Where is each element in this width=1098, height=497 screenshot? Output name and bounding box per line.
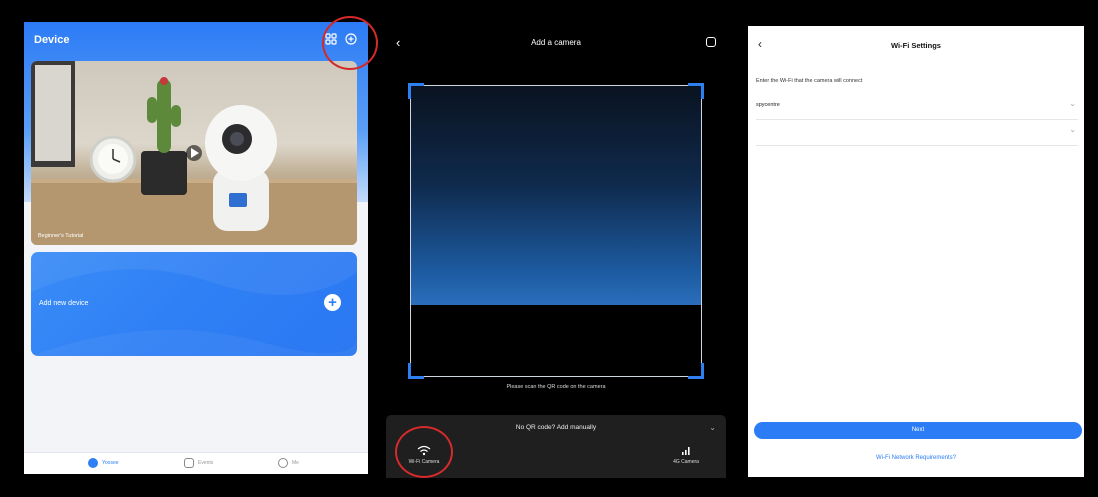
tab-label: Yoosee	[102, 460, 119, 466]
frame-corner	[408, 363, 424, 379]
scan-instruction: Please scan the QR code on the camera	[506, 384, 606, 390]
tutorial-thumbnail	[31, 61, 357, 245]
add-new-device-card[interactable]: Add new device +	[31, 252, 357, 356]
ssid-value: spycentre	[756, 102, 780, 108]
scan-gradient	[411, 86, 701, 305]
profile-icon	[278, 458, 288, 468]
bottom-tab-bar: Yoosee Events Me	[24, 452, 368, 474]
tutorial-video-card[interactable]: Beginner's Tutorial	[31, 61, 357, 245]
chevron-down-icon[interactable]: ⌄	[1069, 99, 1076, 108]
wifi-requirements-link[interactable]: Wi-Fi Network Requirements?	[748, 455, 1084, 461]
next-button[interactable]: Next	[754, 422, 1082, 439]
page-title: Device	[34, 34, 70, 46]
highlight-ring-wifi-camera	[395, 426, 453, 478]
page-title: Wi-Fi Settings	[891, 41, 941, 50]
wifi-hint: Enter the Wi-Fi that the camera will con…	[756, 78, 863, 84]
signal-icon	[682, 447, 690, 455]
wifi-settings-screen: ‹ Wi-Fi Settings Enter the Wi-Fi that th…	[748, 26, 1084, 477]
add-device-button[interactable]: +	[324, 294, 341, 311]
events-icon	[184, 458, 194, 468]
wifi-password-field[interactable]: ⌄	[756, 120, 1078, 146]
add-new-device-label: Add new device	[39, 300, 89, 307]
add-camera-screen: ‹ Add a camera Please scan the QR code o…	[386, 22, 726, 478]
frame-corner	[688, 363, 704, 379]
frame-corner	[408, 83, 424, 99]
frame-corner	[688, 83, 704, 99]
tab-me[interactable]: Me	[278, 458, 299, 468]
tab-events[interactable]: Events	[184, 458, 213, 468]
highlight-ring-add	[322, 16, 378, 70]
option-label: 4G Camera	[673, 459, 699, 465]
device-screen: Device Beginner's Tutorial Add new devic…	[24, 22, 368, 474]
tab-label: Me	[292, 460, 299, 466]
4g-camera-option[interactable]: 4G Camera	[656, 445, 716, 465]
tab-yoosee[interactable]: Yoosee	[88, 458, 119, 468]
page-title: Add a camera	[531, 38, 581, 47]
eye-hidden-icon[interactable]: ⌄	[1069, 125, 1076, 134]
chevron-down-icon[interactable]: ⌄	[709, 423, 716, 432]
tutorial-caption: Beginner's Tutorial	[38, 233, 84, 239]
home-icon	[88, 458, 98, 468]
wifi-ssid-field[interactable]: spycentre ⌄	[756, 94, 1078, 120]
qr-scan-frame	[408, 83, 704, 379]
tab-label: Events	[198, 460, 214, 466]
help-icon[interactable]	[706, 37, 716, 47]
